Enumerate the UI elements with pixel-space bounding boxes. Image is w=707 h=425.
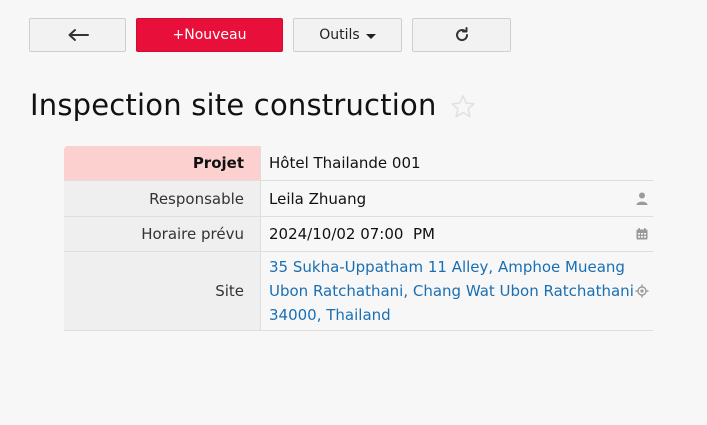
field-owner-label: Responsable (64, 181, 260, 216)
caret-down-icon (365, 33, 376, 39)
field-schedule-row: Horaire prévu 2024/10/02 07:00 PM (64, 217, 653, 252)
refresh-button[interactable] (412, 18, 511, 52)
field-owner-text: Leila Zhuang (269, 189, 367, 208)
field-owner-row: Responsable Leila Zhuang (64, 181, 653, 217)
field-schedule-value[interactable]: 2024/10/02 07:00 PM (260, 217, 653, 251)
field-schedule-text: 2024/10/02 07:00 PM (269, 225, 435, 243)
new-button[interactable]: +Nouveau (136, 18, 283, 52)
page-title: Inspection site construction (30, 88, 437, 122)
field-site-address-link[interactable]: 35 Sukha-Uppatham 11 Alley, Amphoe Muean… (269, 255, 634, 327)
record-form: Projet Hôtel Thailande 001 Responsable L… (64, 146, 653, 331)
field-project-row: Projet Hôtel Thailande 001 (64, 146, 653, 181)
field-owner-value[interactable]: Leila Zhuang (260, 181, 653, 216)
user-icon[interactable] (635, 192, 649, 206)
location-icon[interactable] (635, 284, 649, 298)
field-schedule-label: Horaire prévu (64, 217, 260, 251)
field-site-label: Site (64, 252, 260, 330)
tools-button-label: Outils (319, 27, 360, 43)
field-project-value[interactable]: Hôtel Thailande 001 (260, 146, 653, 180)
field-site-row: Site 35 Sukha-Uppatham 11 Alley, Amphoe … (64, 252, 653, 331)
star-icon[interactable] (449, 93, 477, 121)
back-button[interactable] (29, 18, 126, 52)
calendar-icon[interactable] (635, 227, 649, 241)
arrow-left-icon (68, 29, 89, 41)
field-site-value[interactable]: 35 Sukha-Uppatham 11 Alley, Amphoe Muean… (260, 252, 653, 330)
field-project-label: Projet (64, 146, 260, 180)
new-button-label: +Nouveau (172, 27, 247, 43)
toolbar: +Nouveau Outils (29, 18, 511, 52)
refresh-icon (455, 27, 468, 42)
title-row: Inspection site construction (30, 88, 477, 122)
tools-dropdown-button[interactable]: Outils (293, 18, 402, 52)
